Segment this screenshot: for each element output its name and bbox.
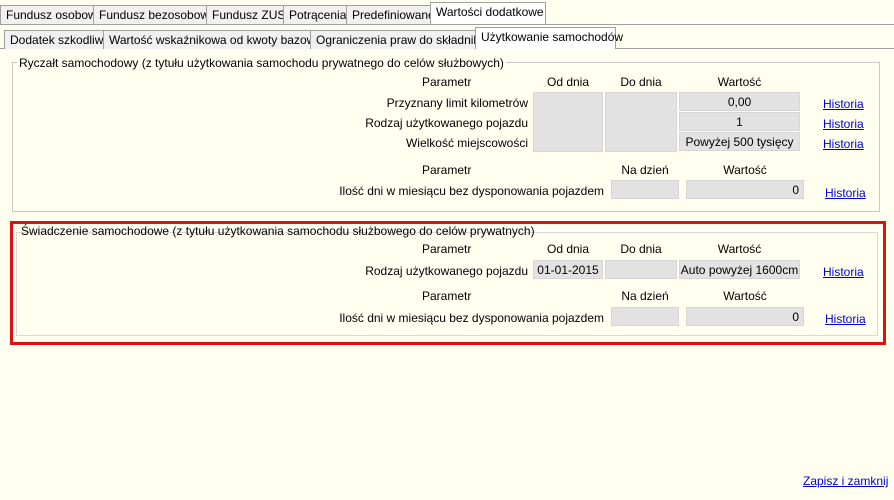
ryczalt-header-value: Wartość [717,75,762,89]
ryczalt-from-field[interactable] [533,92,603,152]
swiadczenie-days-date-field[interactable] [611,307,679,326]
ryczalt-header-to: Do dnia [620,75,662,89]
swiadczenie-row-label: Rodzaj użytkowanego pojazdu [365,264,528,278]
ryczalt-to-field[interactable] [605,92,677,152]
tab-uzytkowanie-samochodow[interactable]: Użytkowanie samochodów [475,27,623,49]
ryczalt-header-from: Od dnia [546,75,590,89]
historia-link[interactable]: Historia [823,117,864,131]
ryczalt-days-date-field[interactable] [611,180,679,199]
ryczalt-group-title: Ryczałt samochodowy (z tytułu użytkowani… [17,56,506,70]
swiadczenie-vehicle-type-value[interactable]: Auto powyżej 1600cm [679,260,800,279]
swiadczenie-header2-date: Na dzień [621,289,669,303]
tab-predefiniowane[interactable]: Predefiniowane [346,5,435,24]
swiadczenie-group-title: Świadczenie samochodowe (z tytułu użytko… [21,224,535,238]
swiadczenie-days-label: Ilość dni w miesiącu bez dysponowania po… [339,311,604,325]
swiadczenie-header2-value: Wartość [723,289,767,303]
historia-link[interactable]: Historia [823,137,864,151]
tab-wartosc-wskaznikowa[interactable]: Wartość wskaźnikowa od kwoty bazowej [103,30,325,49]
ryczalt-header2-date: Na dzień [621,163,669,177]
ryczalt-days-label: Ilość dni w miesiącu bez dysponowania po… [339,184,604,198]
swiadczenie-header2-param: Parametr [422,289,472,303]
swiadczenie-header-from: Od dnia [546,242,590,256]
historia-link[interactable]: Historia [825,186,866,200]
historia-link[interactable]: Historia [823,97,864,111]
ryczalt-header2-value: Wartość [723,163,767,177]
save-and-close-link[interactable]: Zapisz i zamknij [803,474,888,488]
historia-link[interactable]: Historia [825,312,866,326]
ryczalt-town-size-value[interactable]: Powyżej 500 tysięcy [679,132,800,151]
swiadczenie-header-to: Do dnia [620,242,662,256]
tab-fundusz-zus[interactable]: Fundusz ZUS [206,5,285,24]
ryczalt-header-param: Parametr [422,75,472,89]
ryczalt-days-value[interactable]: 0 [686,180,804,199]
ryczalt-row-label: Przyznany limit kilometrów [386,96,528,110]
tab-fundusz-bezosobowy[interactable]: Fundusz bezosobowy [93,5,215,24]
swiadczenie-from-field[interactable]: 01-01-2015 [533,260,603,279]
ryczalt-vehicle-type-value[interactable]: 1 [679,112,800,131]
tab-wartosci-dodatkowe[interactable]: Wartości dodatkowe [430,2,546,24]
swiadczenie-days-value[interactable]: 0 [686,307,804,326]
swiadczenie-header-param: Parametr [422,242,472,256]
tab-ograniczenia-praw[interactable]: Ograniczenia praw do składnika [310,30,486,49]
ryczalt-limit-km-value[interactable]: 0,00 [679,92,800,111]
swiadczenie-header-value: Wartość [717,242,762,256]
tab-dodatek-szkodliwy[interactable]: Dodatek szkodliwy [4,30,109,49]
ryczalt-row-label: Rodzaj użytkowanego pojazdu [365,116,528,130]
ryczalt-header2-param: Parametr [422,163,472,177]
tab-potracenia[interactable]: Potrącenia [283,5,347,24]
historia-link[interactable]: Historia [823,265,864,279]
swiadczenie-to-field[interactable] [605,260,677,279]
ryczalt-row-label: Wielkość miejscowości [405,136,528,150]
tab-fundusz-osobowy[interactable]: Fundusz osobowy [0,5,103,24]
